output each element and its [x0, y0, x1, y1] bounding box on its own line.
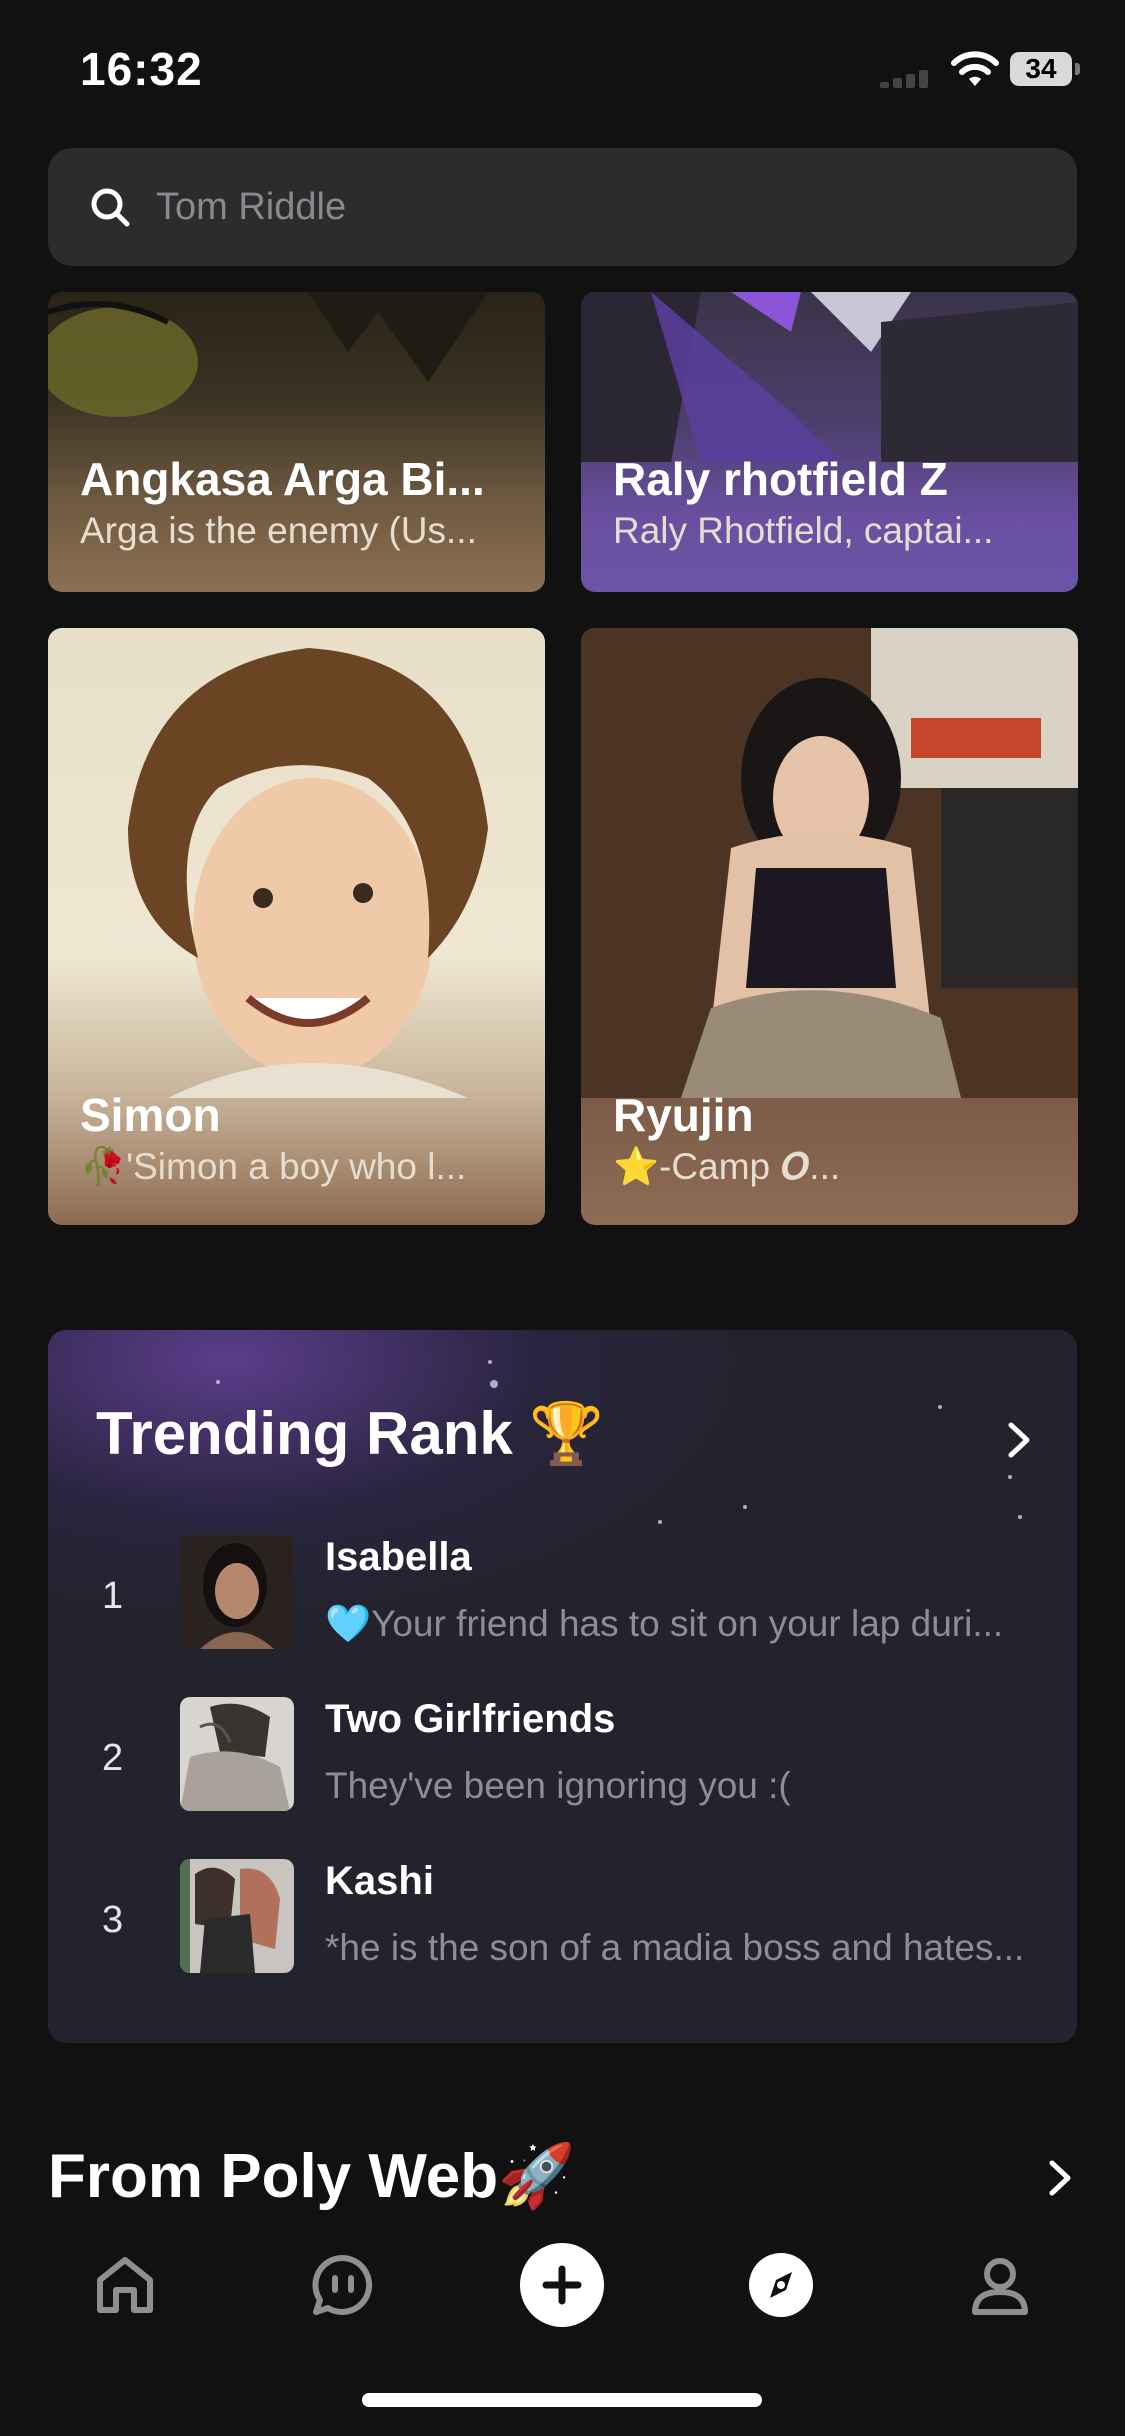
character-card[interactable]: Simon 🥀'Simon a boy who l... [48, 628, 545, 1225]
card-description: 🥀'Simon a boy who l... [80, 1146, 467, 1187]
tab-profile[interactable] [955, 2240, 1045, 2330]
search-placeholder: Tom Riddle [156, 185, 347, 228]
rank-name: Two Girlfriends [325, 1697, 616, 1741]
chevron-right-icon[interactable] [1001, 1420, 1037, 1460]
tab-home[interactable] [80, 2240, 170, 2330]
star-decoration [490, 1380, 498, 1388]
star-decoration [743, 1505, 747, 1509]
chevron-right-icon[interactable] [1043, 2158, 1077, 2198]
card-title: Ryujin [613, 1089, 754, 1141]
status-bar: 16:32 34 [0, 0, 1125, 140]
star-decoration [216, 1380, 220, 1384]
card-image [581, 628, 1078, 1098]
card-description: ⭐-Camp 𝑶... [613, 1146, 841, 1187]
rank-name: Kashi [325, 1859, 434, 1903]
card-description: Arga is the enemy (Us... [80, 510, 477, 551]
star-decoration [1008, 1475, 1012, 1479]
wifi-icon [951, 51, 999, 86]
cellular-signal-icon [880, 68, 940, 88]
battery-indicator: 34 [1010, 52, 1080, 86]
avatar [180, 1697, 294, 1811]
home-icon [97, 2257, 153, 2313]
star-decoration [938, 1405, 942, 1409]
search-input[interactable]: Tom Riddle [48, 148, 1077, 266]
card-image [581, 292, 1078, 462]
star-decoration [658, 1520, 662, 1524]
explore-icon [749, 2253, 813, 2317]
create-icon [520, 2243, 604, 2327]
rank-item[interactable]: 3 Kashi *he is the son of a madia boss a… [48, 1859, 1077, 2021]
search-icon [91, 188, 130, 227]
card-image [48, 292, 488, 417]
card-title: Raly rhotfield Z [613, 453, 948, 505]
rank-description: *he is the son of a madia boss and hates… [325, 1927, 1025, 1968]
rank-number: 2 [102, 1737, 124, 1779]
home-indicator[interactable] [362, 2393, 762, 2407]
rank-number: 3 [102, 1899, 124, 1941]
character-card[interactable]: Angkasa Arga Bi... Arga is the enemy (Us… [48, 292, 545, 592]
section-title: From Poly Web🚀 [48, 2142, 576, 2211]
card-title: Angkasa Arga Bi... [80, 453, 485, 505]
avatar [180, 1535, 294, 1649]
tab-explore[interactable] [736, 2240, 826, 2330]
chat-icon [312, 2254, 373, 2315]
rank-description: 🩵Your friend has to sit on your lap duri… [325, 1603, 1004, 1644]
star-decoration [1018, 1515, 1022, 1519]
rank-description: They've been ignoring you :( [325, 1765, 791, 1806]
card-image [128, 648, 488, 1098]
rank-item[interactable]: 1 Isabella 🩵Your friend has to sit on yo… [48, 1535, 1077, 1697]
card-description: Raly Rhotfield, captai... [613, 510, 994, 551]
character-card[interactable]: Ryujin ⭐-Camp 𝑶... [581, 628, 1078, 1225]
star-decoration [488, 1360, 492, 1364]
rank-item[interactable]: 2 Two Girlfriends They've been ignoring … [48, 1697, 1077, 1859]
rank-number: 1 [102, 1575, 124, 1617]
card-title: Simon [80, 1089, 221, 1141]
trending-rank-title: Trending Rank 🏆 [96, 1400, 605, 1467]
avatar [180, 1859, 294, 1973]
status-time: 16:32 [80, 43, 203, 95]
rank-name: Isabella [325, 1535, 472, 1579]
trending-rank-panel: Trending Rank 🏆 1 Isabella 🩵Your friend … [48, 1330, 1077, 2043]
profile-icon [972, 2258, 1028, 2315]
tab-bar [0, 2230, 1125, 2340]
tab-create[interactable] [517, 2240, 607, 2330]
tab-chat[interactable] [298, 2240, 388, 2330]
character-card[interactable]: Raly rhotfield Z Raly Rhotfield, captai.… [581, 292, 1078, 592]
